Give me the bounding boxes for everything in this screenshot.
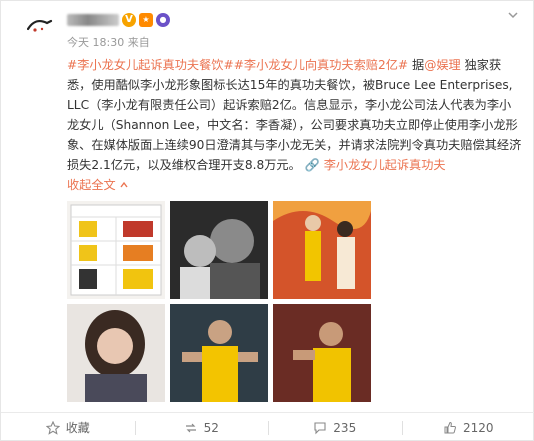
mention-link[interactable]: @娱理	[424, 58, 461, 72]
post-text: #李小龙女儿起诉真功夫餐饮##李小龙女儿向真功夫索赔2亿# 据@娱理 独家获悉，…	[67, 55, 523, 195]
repost-button[interactable]: 52	[134, 413, 269, 441]
verified-badge-icon: V	[122, 13, 136, 27]
member-badge-icon: ★	[139, 13, 153, 27]
comment-count: 235	[333, 420, 357, 435]
source-prefix: 据	[408, 58, 425, 72]
thumbs-up-icon	[444, 421, 456, 433]
repost-count: 52	[203, 420, 219, 435]
weibo-post-card: V ★ ● 今天 18:30 来自 #李小龙女儿起诉真功夫餐饮##李小龙女儿向真…	[0, 0, 534, 441]
collapse-link[interactable]: 收起全文	[67, 178, 116, 192]
favorite-button[interactable]: 收藏	[1, 413, 135, 441]
avatar-brush-icon	[27, 19, 53, 32]
fan-badge-icon: ●	[156, 13, 170, 27]
image-thumb-4[interactable]	[67, 304, 165, 402]
star-icon	[45, 420, 60, 435]
image-grid	[67, 201, 373, 405]
comment-button[interactable]: 235	[268, 413, 402, 441]
topic-tag-2[interactable]: #李小龙女儿向真功夫索赔2亿#	[234, 58, 408, 72]
avatar[interactable]	[21, 9, 59, 47]
chevron-up-icon	[120, 181, 128, 188]
topic-tag-1[interactable]: #李小龙女儿起诉真功夫餐饮#	[67, 58, 234, 72]
post-time[interactable]: 今天 18:30 来自	[67, 34, 150, 50]
comment-icon	[314, 421, 326, 434]
image-thumb-3[interactable]	[273, 201, 371, 299]
username-blurred	[67, 14, 119, 26]
image-thumb-1[interactable]	[67, 201, 165, 299]
repost-icon	[185, 423, 196, 432]
post-body: 独家获悉，使用酷似李小龙形象图标长达15年的真功夫餐饮，被Bruce Lee E…	[67, 58, 522, 172]
post-action-bar: 收藏 52 235 2120	[1, 412, 534, 441]
chevron-down-icon[interactable]	[505, 9, 521, 25]
post-header: V ★ ● 今天 18:30 来自	[15, 7, 525, 51]
topic-link[interactable]: 🔗 李小龙女儿起诉真功夫	[305, 158, 446, 172]
like-button[interactable]: 2120	[401, 413, 534, 441]
image-thumb-6[interactable]	[273, 304, 371, 402]
image-thumb-5[interactable]	[170, 304, 268, 402]
favorite-label: 收藏	[65, 421, 90, 435]
like-count: 2120	[462, 420, 494, 435]
link-icon: 🔗	[304, 158, 320, 172]
image-thumb-2[interactable]	[170, 201, 268, 299]
username[interactable]: V ★ ●	[67, 12, 170, 28]
